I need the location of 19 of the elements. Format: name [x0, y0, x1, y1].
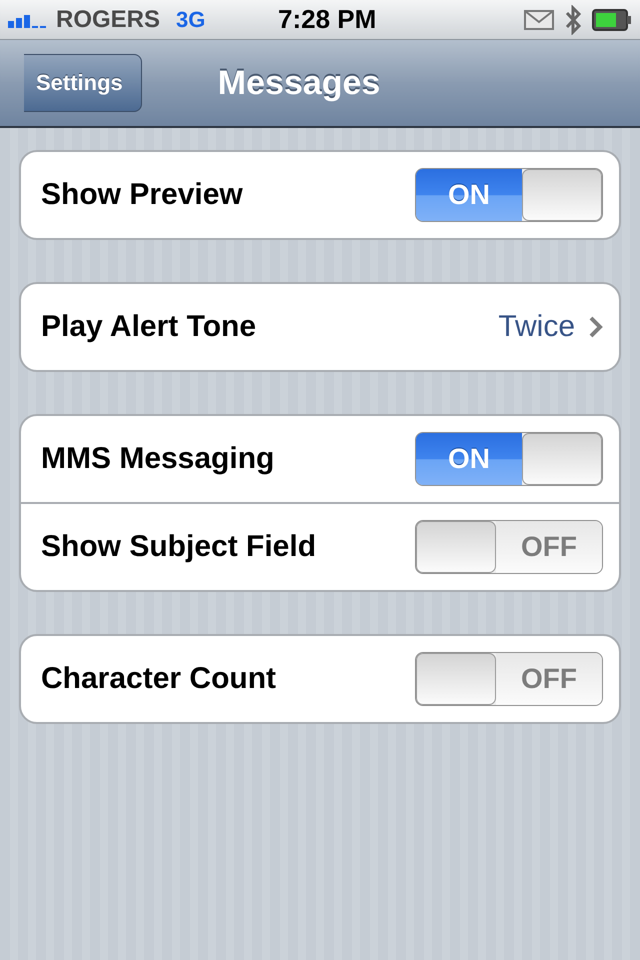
- setting-label: MMS Messaging: [41, 442, 276, 476]
- setting-label: Character Count: [41, 662, 278, 696]
- toggle-switch[interactable]: OFF: [415, 520, 603, 574]
- network-type: 3G: [176, 6, 206, 32]
- mail-icon: [524, 10, 554, 30]
- clock-time: 7:28 PM: [278, 4, 378, 35]
- back-button[interactable]: Settings: [24, 54, 142, 112]
- setting-value: Twice: [498, 310, 575, 344]
- setting-label: Play Alert Tone: [41, 310, 258, 344]
- toggle-switch[interactable]: ON: [415, 432, 603, 486]
- chevron-icon: [589, 316, 603, 338]
- toggle-switch[interactable]: OFF: [415, 652, 603, 706]
- toggle-switch[interactable]: ON: [415, 168, 603, 222]
- setting-label: Show Preview: [41, 178, 244, 212]
- bluetooth-icon: [564, 4, 582, 34]
- nav-title: Messages: [218, 64, 380, 102]
- battery-icon: [592, 8, 632, 30]
- carrier-name: ROGERS: [56, 6, 160, 34]
- setting-label: Show Subject Field: [41, 530, 318, 564]
